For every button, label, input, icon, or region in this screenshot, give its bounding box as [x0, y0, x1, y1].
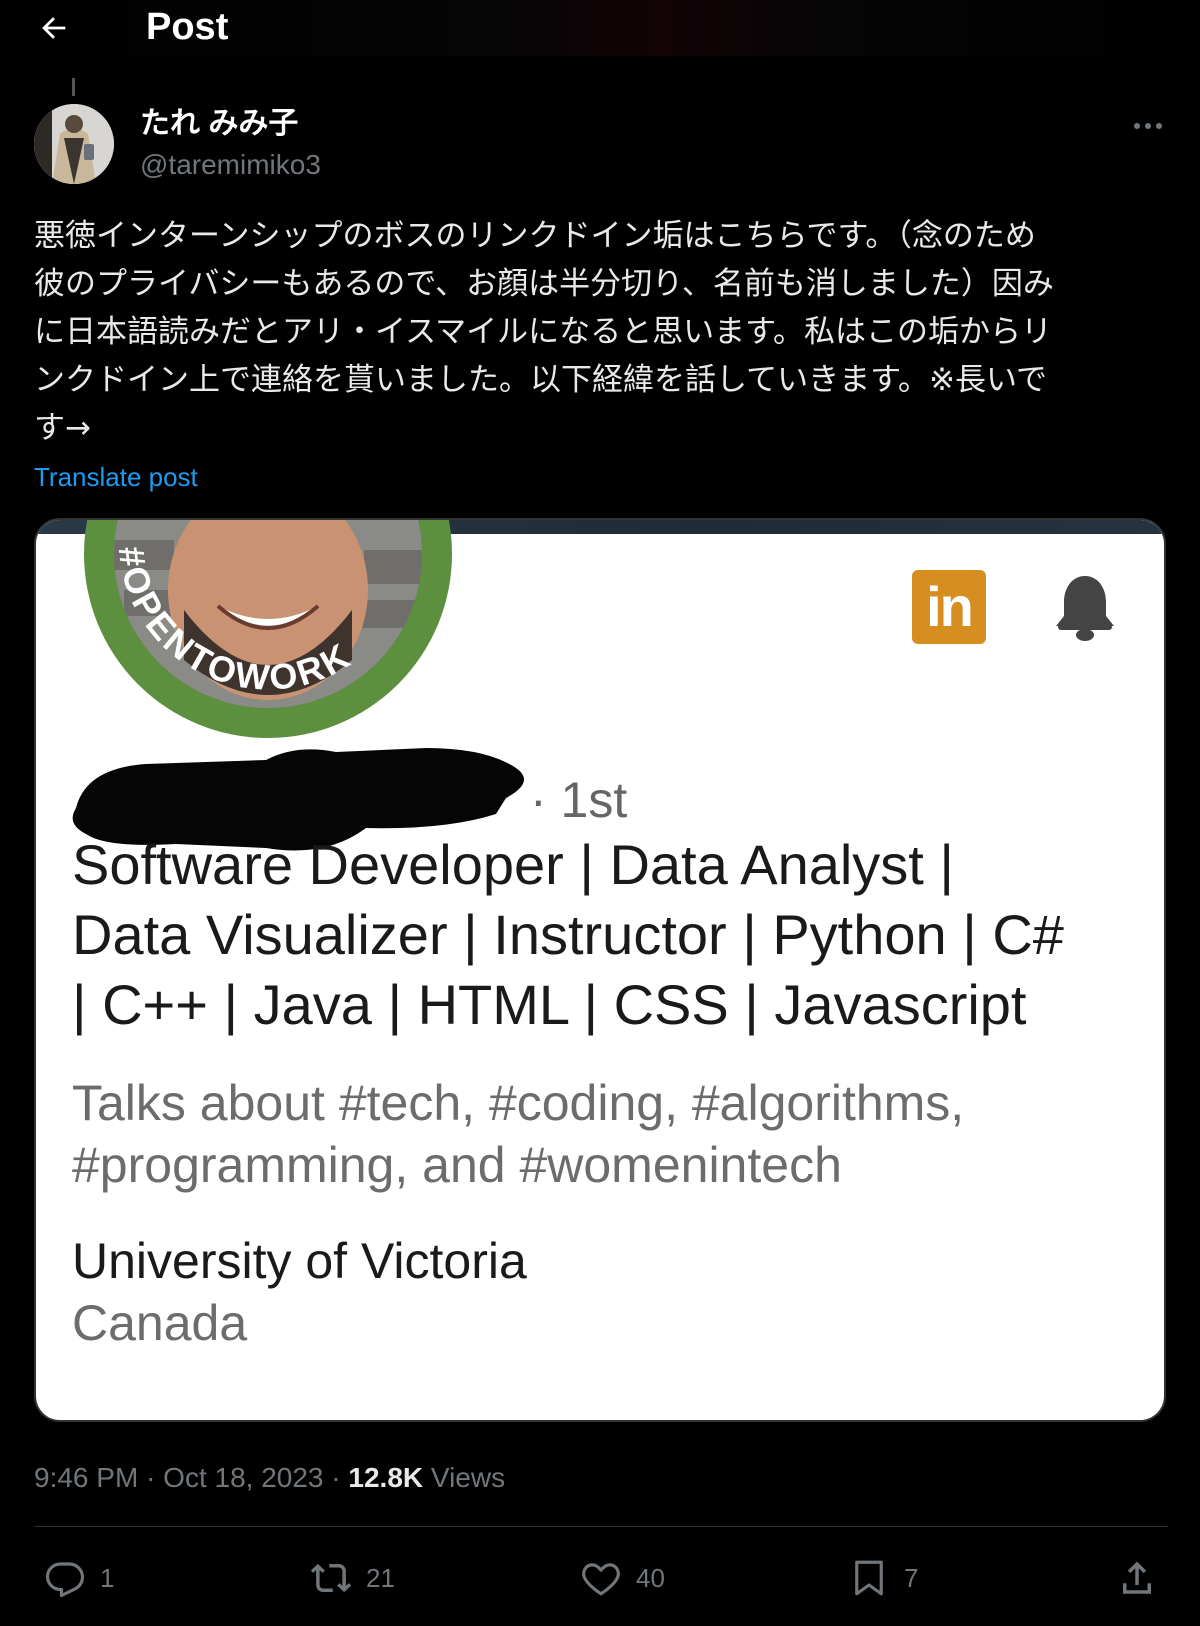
share-icon: [1123, 1561, 1151, 1594]
author-handle[interactable]: @taremimiko3: [140, 147, 321, 183]
profile-school: University of Victoria: [72, 1233, 527, 1289]
connection-degree: · 1st: [530, 772, 628, 828]
headline-line: Software Developer | Data Analyst |: [72, 833, 954, 896]
profile-talks-about: Talks about #tech, #coding, #algorithms,…: [72, 1072, 1132, 1196]
more-options-button[interactable]: [1128, 106, 1168, 146]
more-dot-icon: [1145, 123, 1151, 129]
talks-line: Talks about #tech, #coding, #algorithms,: [72, 1075, 965, 1131]
reply-icon: [45, 1562, 85, 1598]
page-title: Post: [146, 6, 229, 48]
like-count: 40: [636, 1562, 665, 1593]
talks-line: #programming, and #womenintech: [72, 1137, 842, 1193]
post-text-line: す→: [34, 410, 91, 446]
heart-icon: [582, 1563, 620, 1596]
repost-count: 21: [366, 1562, 395, 1593]
meta-separator: ·: [331, 1462, 341, 1493]
avatar-image: [34, 104, 114, 184]
thread-line: [72, 78, 75, 96]
meta-separator: ·: [146, 1462, 156, 1493]
author-display-name[interactable]: たれ みみ子: [140, 104, 298, 144]
more-dot-icon: [1134, 123, 1140, 129]
bookmark-icon: [855, 1560, 883, 1596]
views-label: Views: [430, 1462, 506, 1493]
like-button[interactable]: 40: [580, 1556, 665, 1600]
post-page: Post たれ みみ子 @taremimiko3 悪徳インターンシップのボスのリ…: [0, 0, 1200, 1626]
views-count[interactable]: 12.8K: [348, 1462, 423, 1493]
post-meta: 9:46 PM · Oct 18, 2023 · 12.8K Views: [34, 1460, 505, 1496]
top-bar: Post: [0, 0, 1200, 56]
post-image[interactable]: #OPENTOWORK in · 1st Software Developer …: [34, 518, 1166, 1422]
reply-count: 1: [100, 1562, 115, 1593]
avatar[interactable]: [34, 104, 114, 184]
post-text-line: 彼のプライバシーもあるので、お顔は半分切り、名前も消しました）因み: [34, 266, 1054, 302]
svg-text:#OPENTOWORK: #OPENTOWORK: [111, 544, 359, 699]
bookmark-button[interactable]: 7: [848, 1556, 918, 1600]
headline-line: Data Visualizer | Instructor | Python | …: [72, 903, 1064, 966]
post-text: 悪徳インターンシップのボスのリンクドイン垢はこちらです。（念のため 彼のプライバ…: [34, 212, 1174, 452]
divider: [34, 1526, 1168, 1527]
repost-button[interactable]: 21: [310, 1556, 395, 1600]
linkedin-logo-icon: in: [912, 570, 986, 644]
opentowork-badge: #OPENTOWORK: [111, 544, 359, 699]
bookmark-count: 7: [904, 1562, 919, 1593]
headline-line: | C++ | Java | HTML | CSS | Javascript: [72, 973, 1027, 1036]
opentowork-label: #OPENTOWORK: [111, 544, 356, 699]
post-text-line: 悪徳インターンシップのボスのリンクドイン垢はこちらです。（念のため: [34, 218, 1036, 254]
share-button[interactable]: [1116, 1556, 1158, 1600]
post-text-line: ンクドイン上で連絡を貰いました。以下経緯を話していきます。※長いで: [34, 362, 1048, 398]
translate-post-link[interactable]: Translate post: [34, 460, 198, 494]
bell-icon: [1056, 576, 1114, 641]
back-button[interactable]: [30, 4, 78, 52]
post-date[interactable]: Oct 18, 2023: [163, 1462, 323, 1493]
arrow-left-icon: [42, 17, 66, 39]
more-dot-icon: [1156, 123, 1162, 129]
reply-button[interactable]: 1: [44, 1556, 114, 1600]
post-time[interactable]: 9:46 PM: [34, 1462, 138, 1493]
profile-location: Canada: [72, 1295, 248, 1351]
post-text-line: に日本語読みだとアリ・イスマイルになると思います。私はこの垢からリ: [34, 314, 1053, 350]
repost-icon: [310, 1563, 352, 1593]
profile-headline: Software Developer | Data Analyst | Data…: [72, 830, 1132, 1040]
